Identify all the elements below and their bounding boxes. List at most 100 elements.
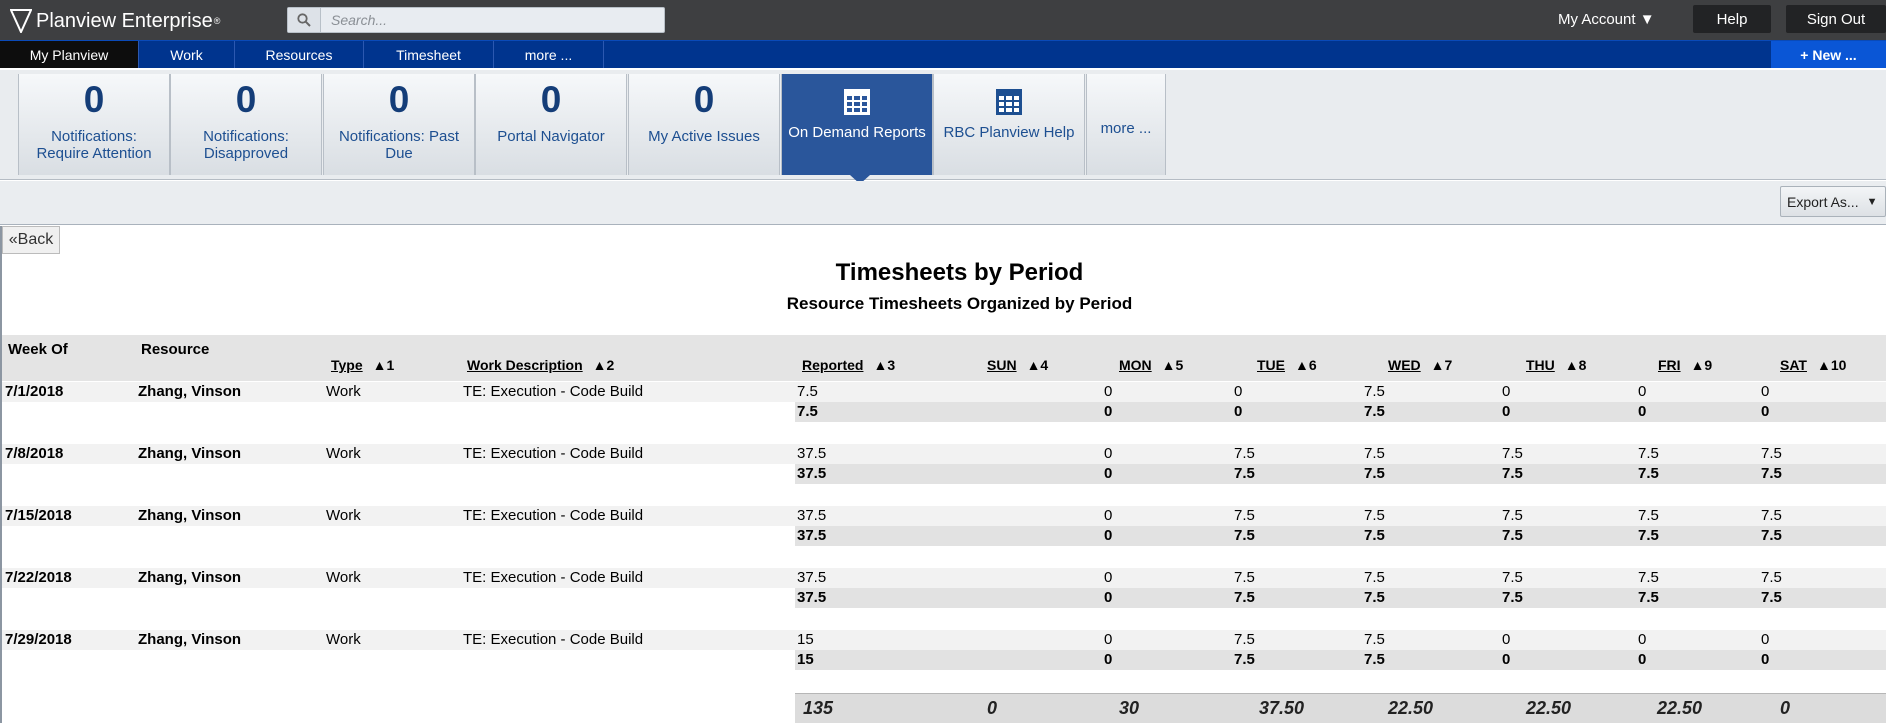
- column-header[interactable]: Reported ▲3: [802, 357, 895, 373]
- subtotal-day-cell: 7.5: [1638, 527, 1659, 544]
- work-description-cell: TE: Execution - Code Build: [463, 445, 644, 462]
- column-header-label: Work Description: [467, 357, 583, 373]
- table-row: [2, 630, 1886, 650]
- tile-label: more ...: [1100, 120, 1152, 137]
- type-cell: Work: [326, 445, 361, 462]
- search-input[interactable]: [321, 8, 664, 32]
- column-header-label: THU: [1526, 357, 1555, 373]
- subtotal-day-cell: 7.5: [1638, 589, 1659, 606]
- resource-cell: Zhang, Vinson: [138, 383, 242, 400]
- report-toolbar: Export As... ▼: [0, 181, 1886, 225]
- tile-my-active-issues[interactable]: 0 My Active Issues: [628, 74, 780, 175]
- search-button[interactable]: [288, 8, 321, 32]
- day-hours-cell: 0: [1104, 569, 1113, 586]
- sort-up-icon: ▲: [372, 357, 387, 373]
- subtotal-reported-cell: 37.5: [797, 465, 827, 482]
- tile-label: My Active Issues: [648, 128, 760, 145]
- sort-rank: 4: [1040, 357, 1049, 373]
- subtotal-day-cell: 7.5: [1364, 527, 1385, 544]
- sort-rank: 9: [1704, 357, 1713, 373]
- portal-tile-bar: 0 Notifications: Require Attention 0 Not…: [0, 70, 1886, 184]
- day-hours-cell: 0: [1638, 631, 1647, 648]
- day-hours-cell: 0: [1761, 631, 1770, 648]
- week-of-cell: 7/8/2018: [5, 445, 64, 462]
- column-header[interactable]: FRI ▲9: [1658, 357, 1712, 373]
- day-hours-cell: 7.5: [1638, 569, 1659, 586]
- column-header[interactable]: THU ▲8: [1526, 357, 1586, 373]
- subtotal-day-cell: 7.5: [1638, 465, 1659, 482]
- day-hours-cell: 0: [1234, 383, 1243, 400]
- table-header: [2, 335, 1886, 381]
- nav-resources[interactable]: Resources: [235, 41, 364, 68]
- subtotal-day-cell: 7.5: [1761, 465, 1782, 482]
- subtotal-row: [795, 588, 1886, 608]
- subtotal-day-cell: 0: [1638, 403, 1647, 420]
- sort-order-indicator: ▲8: [1565, 357, 1587, 373]
- day-hours-cell: 7.5: [1364, 383, 1385, 400]
- day-hours-cell: 7.5: [1761, 569, 1782, 586]
- column-header[interactable]: WED ▲7: [1388, 357, 1452, 373]
- column-header-label: WED: [1388, 357, 1421, 373]
- nav-more[interactable]: more ...: [494, 41, 604, 68]
- subtotal-day-cell: 7.5: [1364, 589, 1385, 606]
- export-label: Export As...: [1787, 193, 1859, 210]
- tile-on-demand-reports[interactable]: On Demand Reports: [781, 74, 933, 184]
- sort-rank: 7: [1444, 357, 1453, 373]
- day-hours-cell: 0: [1502, 631, 1511, 648]
- sort-up-icon: ▲: [1690, 357, 1705, 373]
- tile-notifications-past-due[interactable]: 0 Notifications: Past Due: [323, 74, 475, 175]
- tile-count: 0: [83, 79, 105, 120]
- table-row: [2, 568, 1886, 588]
- day-hours-cell: 7.5: [1761, 445, 1782, 462]
- column-header[interactable]: TUE ▲6: [1257, 357, 1317, 373]
- column-header-label: MON: [1119, 357, 1152, 373]
- tile-count: 0: [388, 79, 410, 120]
- tile-more[interactable]: more ...: [1086, 74, 1166, 175]
- sort-up-icon: ▲: [1295, 357, 1309, 373]
- column-header[interactable]: SAT ▲10: [1780, 357, 1846, 373]
- tile-portal-navigator[interactable]: 0 Portal Navigator: [475, 74, 627, 175]
- type-cell: Work: [326, 507, 361, 524]
- work-description-cell: TE: Execution - Code Build: [463, 507, 644, 524]
- subtotal-day-cell: 0: [1761, 403, 1770, 420]
- day-hours-cell: 7.5: [1502, 445, 1523, 462]
- nav-my-planview[interactable]: My Planview: [0, 41, 139, 68]
- sort-order-indicator: ▲9: [1691, 357, 1713, 373]
- nav-timesheet[interactable]: Timesheet: [364, 41, 494, 68]
- app-name: Planview Enterprise: [36, 9, 213, 32]
- tile-count: 0: [693, 79, 715, 120]
- back-button[interactable]: «Back: [2, 226, 60, 254]
- column-header[interactable]: Type ▲1: [331, 357, 394, 373]
- subtotal-reported-cell: 37.5: [797, 527, 827, 544]
- tile-label: Notifications: Require Attention: [36, 128, 152, 162]
- sort-up-icon: ▲: [592, 357, 607, 373]
- week-of-cell: 7/29/2018: [5, 631, 72, 648]
- sign-out-button[interactable]: Sign Out: [1786, 5, 1886, 33]
- column-header-label: Reported: [802, 357, 864, 373]
- subtotal-row: [795, 402, 1886, 422]
- day-hours-cell: 7.5: [1234, 631, 1255, 648]
- subtotal-row: [795, 464, 1886, 484]
- planview-logo[interactable]: Planview Enterprise ®: [10, 8, 220, 34]
- my-account-menu[interactable]: My Account ▼: [1558, 11, 1655, 28]
- export-as-dropdown[interactable]: Export As... ▼: [1780, 186, 1886, 217]
- new-button[interactable]: + New ...: [1771, 41, 1886, 68]
- header-week-of: Week Of: [8, 341, 68, 358]
- sort-up-icon: ▲: [1161, 357, 1176, 373]
- tile-rbc-planview-help[interactable]: RBC Planview Help: [933, 74, 1085, 175]
- help-button[interactable]: Help: [1693, 5, 1771, 33]
- column-header[interactable]: Work Description ▲2: [467, 357, 614, 373]
- column-header-label: SAT: [1780, 357, 1807, 373]
- grand-total-cell: 37.50: [1259, 698, 1305, 718]
- sort-rank: 6: [1308, 357, 1317, 373]
- report-subtitle: Resource Timesheets Organized by Period: [786, 294, 1133, 313]
- tile-notifications-require-attention[interactable]: 0 Notifications: Require Attention: [18, 74, 170, 175]
- nav-work[interactable]: Work: [139, 41, 235, 68]
- column-header[interactable]: MON ▲5: [1119, 357, 1183, 373]
- day-hours-cell: 0: [1761, 383, 1770, 400]
- column-header[interactable]: SUN ▲4: [987, 357, 1048, 373]
- tile-notifications-disapproved[interactable]: 0 Notifications: Disapproved: [170, 74, 322, 175]
- tile-label: Notifications: Past Due: [338, 128, 460, 162]
- day-hours-cell: 7.5: [1234, 569, 1255, 586]
- grand-total-cell: 22.50: [1388, 698, 1434, 718]
